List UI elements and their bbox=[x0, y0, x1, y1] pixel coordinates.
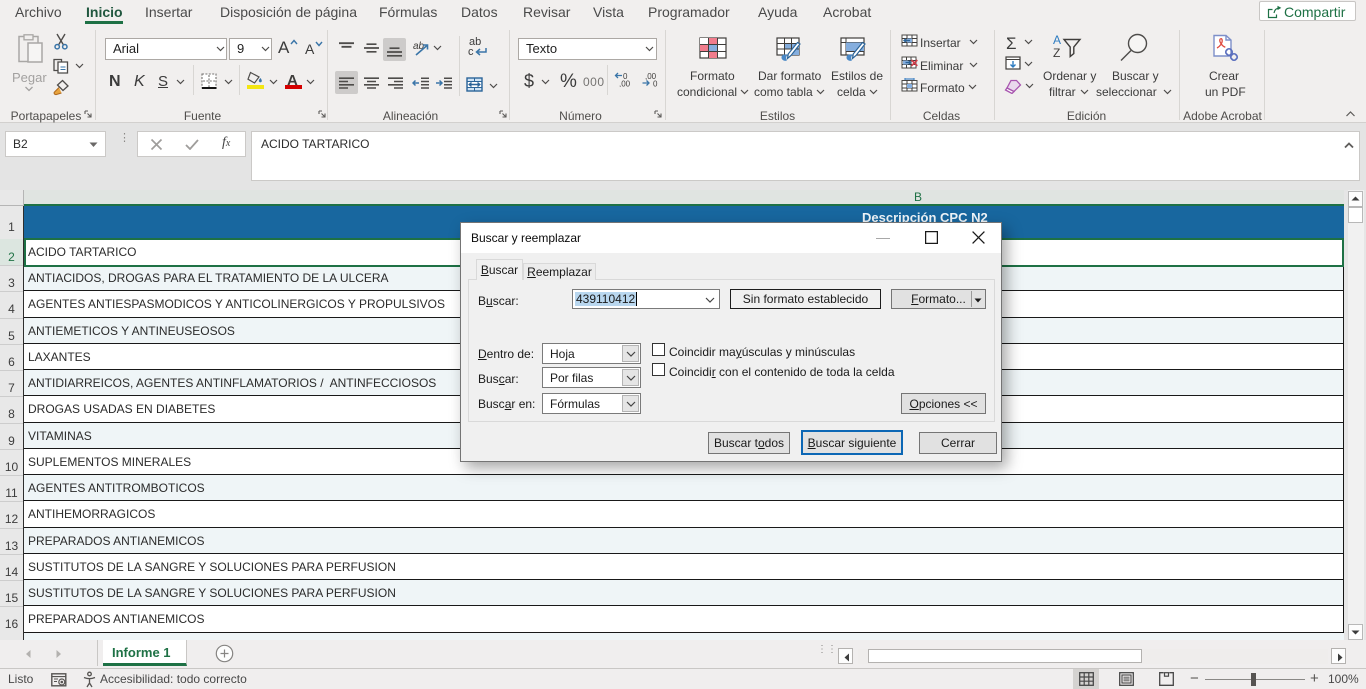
svg-text:ab: ab bbox=[413, 41, 425, 52]
svg-text:A: A bbox=[1053, 33, 1061, 47]
svg-text:Z: Z bbox=[1053, 46, 1060, 59]
svg-text:0: 0 bbox=[653, 80, 658, 88]
svg-text:,00: ,00 bbox=[619, 80, 631, 88]
